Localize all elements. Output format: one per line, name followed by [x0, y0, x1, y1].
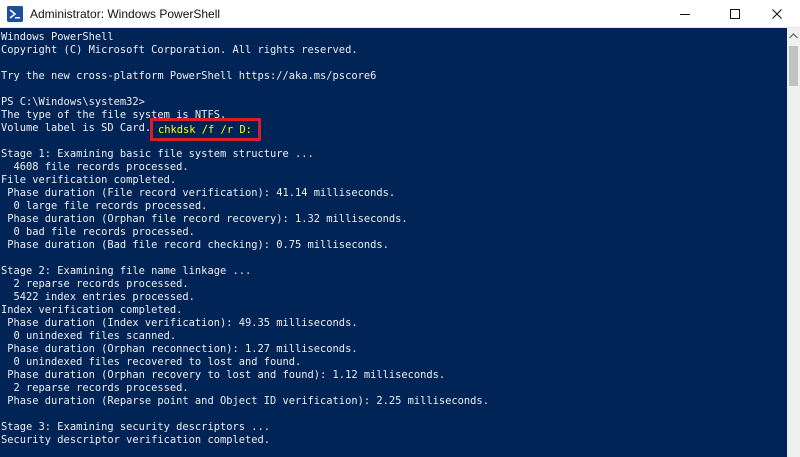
- console-line: 4608 file records processed.: [1, 161, 189, 173]
- console-line: Security descriptor verification complet…: [1, 434, 270, 446]
- console-line: 2 reparse records processed.: [1, 278, 189, 290]
- console-text: Windows PowerShell Copyright (C) Microsof…: [1, 31, 489, 447]
- prompt-line: PS C:\Windows\system32>: [1, 96, 489, 109]
- scroll-up-button[interactable]: [787, 28, 800, 44]
- console-line: 0 bad file records processed.: [1, 226, 195, 238]
- scroll-thumb[interactable]: [789, 46, 798, 86]
- console-line: Stage 3: Examining security descriptors …: [1, 421, 270, 433]
- close-icon: [772, 8, 782, 19]
- maximize-icon: [730, 8, 740, 19]
- console-line: Try the new cross-platform PowerShell ht…: [1, 70, 377, 82]
- console-line: 0 large file records processed.: [1, 200, 208, 212]
- console-line: Phase duration (Bad file record checking…: [1, 239, 389, 251]
- console-line: Phase duration (Index verification): 49.…: [1, 317, 358, 329]
- console-line: Phase duration (Reparse point and Object…: [1, 395, 489, 407]
- console-line: Phase duration (Orphan recovery to lost …: [1, 369, 446, 381]
- close-button[interactable]: [754, 0, 800, 27]
- console-line: Index verification completed.: [1, 304, 183, 316]
- console-line: Windows PowerShell: [1, 31, 114, 43]
- console-line: Stage 1: Examining basic file system str…: [1, 148, 314, 160]
- chevron-up-icon: [789, 33, 798, 39]
- console-line: File verification completed.: [1, 174, 177, 186]
- title-bar[interactable]: Administrator: Windows PowerShell: [0, 0, 800, 28]
- minimize-button[interactable]: [662, 0, 708, 27]
- console-line: 2 reparse records processed.: [1, 382, 189, 394]
- console-line: 0 unindexed files recovered to lost and …: [1, 356, 302, 368]
- console-line: Phase duration (Orphan reconnection): 1.…: [1, 343, 358, 355]
- command-highlight-box: chkdsk /f /r D:: [150, 118, 261, 141]
- command-text: chkdsk /f /r D:: [158, 124, 252, 136]
- console-line: 0 unindexed files scanned.: [1, 330, 177, 342]
- powershell-window: Administrator: Windows PowerShell Window…: [0, 0, 800, 457]
- maximize-button[interactable]: [712, 0, 758, 27]
- window-title: Administrator: Windows PowerShell: [30, 7, 221, 21]
- console-output[interactable]: Windows PowerShell Copyright (C) Microsof…: [0, 28, 787, 457]
- console-line: Phase duration (File record verification…: [1, 187, 396, 199]
- powershell-icon[interactable]: [7, 6, 23, 22]
- console-line: 5422 index entries processed.: [1, 291, 195, 303]
- prompt-text: PS C:\Windows\system32>: [1, 96, 145, 108]
- console-line: Stage 2: Examining file name linkage ...: [1, 265, 252, 277]
- vertical-scrollbar[interactable]: [787, 28, 800, 457]
- console-line: Copyright (C) Microsoft Corporation. All…: [1, 44, 358, 56]
- minimize-icon: [680, 13, 690, 15]
- console-line: Phase duration (Orphan file record recov…: [1, 213, 408, 225]
